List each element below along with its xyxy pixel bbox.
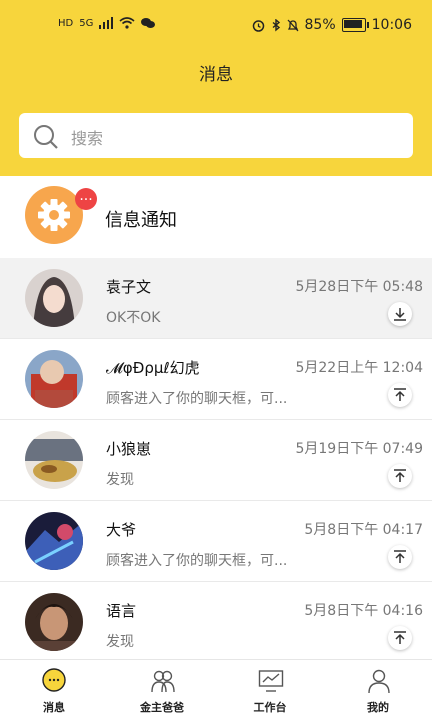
search-icon [34,125,58,149]
network-type: 5G [79,17,94,29]
conversation-row[interactable]: 袁子文 5月28日下午 05:48 OK不OK [0,258,432,339]
hd-indicator: HD [58,17,74,29]
tab-label: 我的 [367,701,389,714]
pin-top-icon [394,631,406,644]
chat-bubble-icon [42,668,66,692]
clock: 10:06 [371,17,412,33]
contact-name: 语言 [106,602,137,620]
contact-name: 袁子文 [106,278,152,296]
message-time: 5月19日下午 07:49 [295,441,423,457]
avatar [25,593,83,651]
message-time: 5月28日下午 05:48 [295,279,423,295]
people-icon [151,670,175,693]
download-icon [394,308,406,321]
message-preview: 发现 [106,634,134,650]
mute-bell-icon [287,19,298,31]
message-preview: 顾客进入了你的聊天框，可... [106,391,288,407]
pin-top-icon [394,388,406,401]
conversation-row[interactable]: 小狼崽 5月19日下午 07:49 发现 [0,420,432,501]
conversation-row[interactable]: 语言 5月8日下午 04:16 发现 [0,582,432,663]
wechat-icon [141,18,156,28]
conversation-list: 袁子文 5月28日下午 05:48 OK不OK 𝓜φÐρμℓ幻虎 5月22日上午… [0,258,432,663]
contact-name: 小狼崽 [106,440,152,458]
bluetooth-icon [272,18,280,31]
notification-entry[interactable]: 信息通知 [0,176,432,256]
tab-label: 工作台 [253,701,287,714]
wifi-icon [119,17,135,29]
message-time: 5月8日下午 04:16 [304,603,423,619]
pin-top-button[interactable] [388,383,412,407]
tab-workbench[interactable]: 工作台 [216,660,324,720]
gear-icon [38,199,70,231]
tab-sponsors[interactable]: 金主爸爸 [108,660,216,720]
message-preview: 顾客进入了你的聊天框，可... [106,553,288,569]
pin-top-icon [394,550,406,563]
pin-top-button[interactable] [388,464,412,488]
notification-label: 信息通知 [105,210,177,231]
bottom-tab-bar: 消息 金主爸爸 工作台 我的 [0,659,432,720]
avatar [25,512,83,570]
page-title: 消息 [199,65,233,85]
battery-icon [341,18,369,32]
avatar [25,269,83,327]
search-placeholder: 搜索 [71,129,104,148]
search-box[interactable]: 搜索 [19,113,413,158]
contact-name: 𝓜φÐρμℓ幻虎 [106,359,200,377]
battery-percent: 85% [304,17,336,33]
download-button[interactable] [388,302,412,326]
notification-avatar [25,186,83,244]
signal-icon [99,17,114,29]
pin-top-button[interactable] [388,626,412,650]
message-time: 5月8日下午 04:17 [304,522,423,538]
header-bar: HD 5G 85% 10:06 消息 搜索 [0,0,432,176]
contact-name: 大爷 [106,521,137,539]
avatar [25,431,83,489]
conversation-row[interactable]: 𝓜φÐρμℓ幻虎 5月22日上午 12:04 顾客进入了你的聊天框，可... [0,339,432,420]
avatar [25,350,83,408]
message-time: 5月22日上午 12:04 [295,360,423,376]
tab-label: 消息 [43,701,65,714]
pin-top-icon [394,469,406,482]
message-preview: OK不OK [106,310,161,326]
unread-badge: ... [75,188,97,210]
conversation-row[interactable]: 大爷 5月8日下午 04:17 顾客进入了你的聊天框，可... [0,501,432,582]
status-bar: HD 5G 85% 10:06 [0,10,432,40]
monitor-chart-icon [258,670,284,692]
alarm-icon [252,19,264,32]
tab-messages[interactable]: 消息 [0,660,108,720]
pin-top-button[interactable] [388,545,412,569]
message-preview: 发现 [106,472,134,488]
user-icon [368,669,390,694]
tab-label: 金主爸爸 [140,701,184,714]
tab-mine[interactable]: 我的 [324,660,432,720]
